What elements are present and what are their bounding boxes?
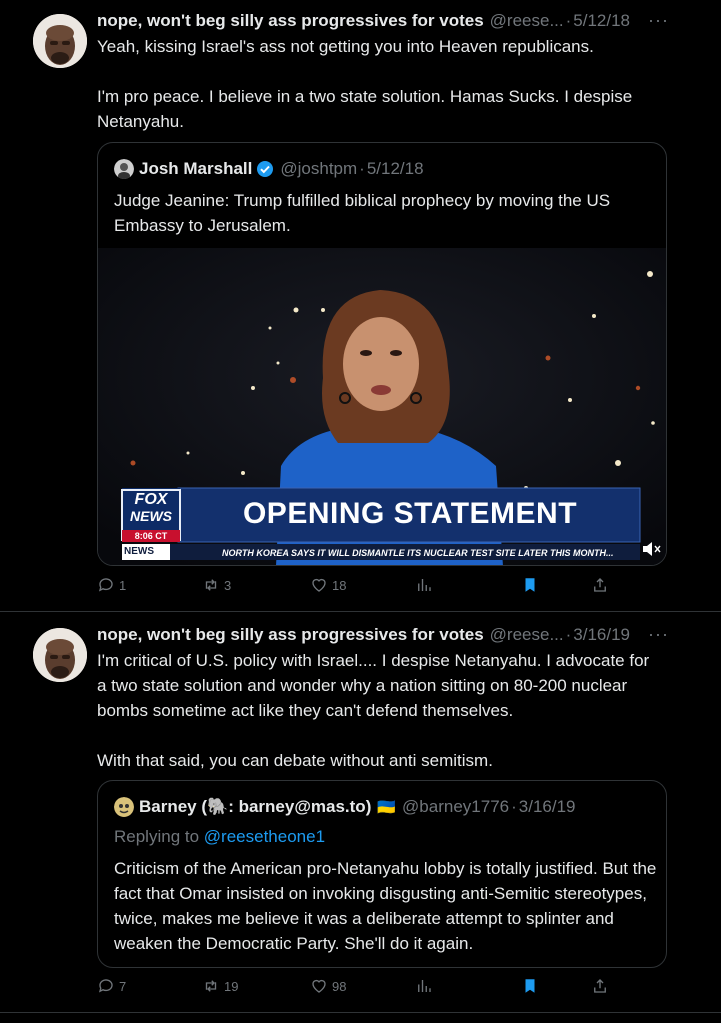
fox-logo: FOX NEWS [122, 491, 180, 525]
separator-dot: · [565, 11, 572, 30]
quoted-tweet[interactable]: Barney (🐘: barney@mas.to) 🇺🇦 @barney1776… [97, 780, 667, 968]
reply-count: 1 [119, 577, 127, 593]
quoted-text: Judge Jeanine: Trump fulfilled biblical … [114, 191, 611, 235]
bookmark-icon [525, 578, 535, 592]
quoted-avatar [114, 797, 134, 817]
replying-to-handle[interactable]: @reesetheone1 [204, 827, 325, 846]
views-button[interactable] [415, 576, 437, 594]
quoted-text: Criticism of the American pro-Netanyahu … [114, 859, 657, 953]
logo-line-2: NEWS [130, 508, 172, 524]
quoted-tweet[interactable]: Josh Marshall @joshtpm · 5/12/18 Judge J… [97, 142, 667, 566]
ticker-text: NORTH KOREA SAYS IT WILL DISMANTLE ITS N… [222, 548, 614, 558]
heart-icon [312, 578, 326, 592]
verified-badge-icon [257, 161, 274, 177]
separator-dot: · [359, 159, 365, 178]
action-bar: 7 19 98 [97, 977, 617, 997]
logo-line-1: FOX [134, 491, 168, 508]
avatar[interactable] [33, 628, 87, 682]
author-handle[interactable]: @reese... [490, 625, 564, 645]
heart-icon [312, 979, 326, 993]
separator-dot: · [565, 625, 572, 644]
video-media[interactable]: FOX NEWS 8:06 CT OPENING STATEMENT NEWS … [98, 248, 666, 565]
more-icon[interactable]: ··· [648, 624, 669, 645]
reply-count: 7 [119, 978, 127, 994]
share-icon [594, 578, 606, 592]
like-button[interactable]: 98 [310, 977, 346, 995]
quoted-author-name[interactable]: Josh Marshall [139, 159, 252, 179]
share-button[interactable] [591, 576, 613, 594]
tweet-divider [0, 1012, 721, 1013]
author-name[interactable]: nope, won't beg silly ass progressives f… [97, 11, 484, 31]
lower-third-headline: OPENING STATEMENT [242, 497, 578, 530]
ticker-label: NEWS [124, 546, 154, 557]
retweet-icon [205, 980, 217, 992]
tweet-text: Yeah, kissing Israel's ass not getting y… [97, 37, 633, 131]
separator-dot: · [511, 797, 517, 816]
tweet-date[interactable]: 5/12/18 [573, 11, 630, 31]
reply-icon [98, 979, 113, 993]
avatar[interactable] [33, 14, 87, 68]
quoted-author-handle[interactable]: @joshtpm [280, 159, 357, 179]
tweet-text: I'm critical of U.S. policy with Israel.… [97, 651, 650, 770]
flag-icon: 🇺🇦 [377, 799, 397, 816]
views-icon [418, 980, 431, 992]
retweet-icon [205, 579, 217, 591]
quoted-author-handle[interactable]: @barney1776 [402, 797, 509, 817]
action-bar: 1 3 18 [97, 576, 617, 596]
like-button[interactable]: 18 [310, 576, 346, 594]
broadcast-time: 8:06 CT [134, 531, 168, 541]
retweet-button[interactable]: 19 [202, 977, 238, 995]
tweet-2[interactable]: nope, won't beg silly ass progressives f… [0, 612, 721, 1023]
bookmark-button[interactable] [521, 977, 543, 995]
quoted-date[interactable]: 3/16/19 [519, 797, 576, 817]
more-icon[interactable]: ··· [648, 10, 669, 31]
retweet-button[interactable]: 3 [202, 576, 231, 594]
share-button[interactable] [591, 977, 613, 995]
replying-to: Replying to @reesetheone1 [114, 827, 325, 847]
like-count: 98 [332, 978, 347, 994]
retweet-count: 19 [224, 978, 239, 994]
tweet-date[interactable]: 3/16/19 [573, 625, 630, 645]
replying-prefix: Replying to [114, 827, 200, 846]
share-icon [594, 979, 606, 993]
quoted-author-name[interactable]: Barney (🐘: barney@mas.to) [139, 797, 371, 817]
views-button[interactable] [415, 977, 437, 995]
retweet-count: 3 [224, 577, 232, 593]
reply-icon [98, 578, 113, 592]
like-count: 18 [332, 577, 347, 593]
bookmark-icon [525, 979, 535, 993]
author-name[interactable]: nope, won't beg silly ass progressives f… [97, 625, 484, 645]
quoted-date[interactable]: 5/12/18 [367, 159, 424, 179]
reply-button[interactable]: 1 [97, 576, 126, 594]
bookmark-button[interactable] [521, 576, 543, 594]
quoted-avatar [114, 159, 134, 179]
tweet-1[interactable]: nope, won't beg silly ass progressives f… [0, 0, 721, 612]
reply-button[interactable]: 7 [97, 977, 126, 995]
views-icon [418, 579, 431, 591]
author-handle[interactable]: @reese... [490, 11, 564, 31]
